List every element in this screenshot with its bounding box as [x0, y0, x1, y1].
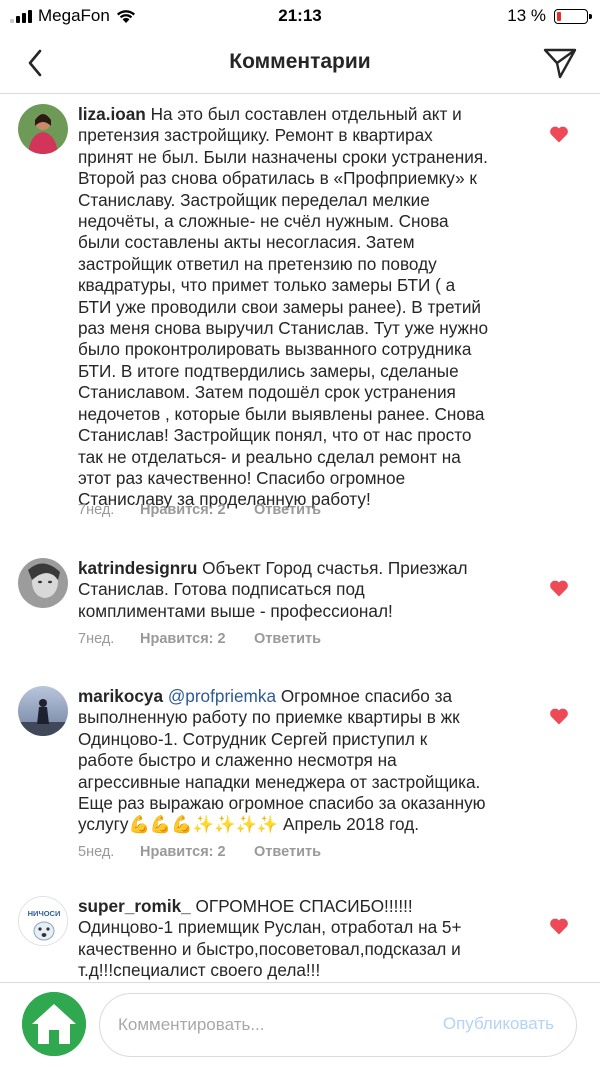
likes-count[interactable]: Нравится: 2	[140, 502, 254, 518]
like-heart-icon[interactable]	[549, 917, 569, 935]
mention-link[interactable]: @profpriemka	[168, 686, 276, 706]
battery-level	[557, 11, 561, 21]
battery-percentage: 13 %	[507, 6, 546, 25]
share-button[interactable]	[540, 44, 580, 82]
comment-username[interactable]: liza.ioan	[78, 104, 146, 124]
comment-input-box[interactable]: Опубликовать	[99, 993, 577, 1057]
user-photo	[18, 558, 68, 608]
comment-composer: Опубликовать	[0, 982, 600, 1067]
likes-count[interactable]: Нравится: 2	[140, 631, 254, 647]
nav-bar: Комментарии	[0, 32, 600, 94]
comment-meta: 5нед. Нравится: 2 Ответить	[78, 844, 321, 860]
comment-text: На это был составлен отдельный акт и пре…	[78, 104, 489, 510]
comment-age: 7нед.	[78, 631, 115, 647]
likes-count[interactable]: Нравится: 2	[140, 844, 254, 860]
avatar[interactable]	[18, 104, 68, 154]
avatar[interactable]: НИЧОСИ	[18, 896, 68, 946]
status-right: 13 %	[507, 6, 592, 26]
avatar[interactable]	[18, 686, 68, 736]
my-avatar[interactable]	[22, 992, 86, 1056]
comment-age: 7нед.	[78, 502, 115, 518]
comments-list[interactable]: liza.ioan На это был составлен отдельный…	[0, 94, 600, 982]
reply-button[interactable]: Ответить	[254, 844, 321, 860]
comment-username[interactable]: katrindesignru	[78, 558, 197, 578]
comment-username[interactable]: marikocya	[78, 686, 163, 706]
house-icon	[22, 992, 86, 1056]
battery-icon	[554, 8, 592, 24]
reply-button[interactable]: Ответить	[254, 502, 321, 518]
status-bar: MegaFon 21:13 13 %	[0, 0, 600, 32]
avatar[interactable]	[18, 558, 68, 608]
comment-age: 5нед.	[78, 844, 115, 860]
comment-meta: 7нед. Нравится: 2 Ответить	[78, 502, 321, 518]
comment-body: katrindesignru Объект Город счастья. При…	[78, 558, 528, 622]
user-photo	[18, 104, 68, 154]
reply-button[interactable]: Ответить	[254, 631, 321, 647]
page-title: Комментарии	[229, 50, 371, 73]
user-photo	[18, 686, 68, 736]
comment-body: liza.ioan На это был составлен отдельный…	[78, 104, 528, 511]
paper-plane-icon	[543, 48, 577, 79]
publish-button[interactable]: Опубликовать	[443, 1014, 554, 1034]
comment-text: @profpriemka Огромное спасибо за выполне…	[78, 686, 486, 835]
user-photo: НИЧОСИ	[19, 897, 67, 945]
comment-meta: 7нед. Нравится: 2 Ответить	[78, 631, 321, 647]
comment-body: marikocya @profpriemka Огромное спасибо …	[78, 686, 528, 836]
comment-username[interactable]: super_romik_	[78, 896, 191, 916]
comment-body: super_romik_ ОГРОМНОЕ СПАСИБО!!!!!! Один…	[78, 896, 528, 982]
comment-input[interactable]	[118, 994, 418, 1056]
avatar-label: НИЧОСИ	[28, 909, 61, 918]
like-heart-icon[interactable]	[549, 579, 569, 597]
like-heart-icon[interactable]	[549, 125, 569, 143]
like-heart-icon[interactable]	[549, 707, 569, 725]
